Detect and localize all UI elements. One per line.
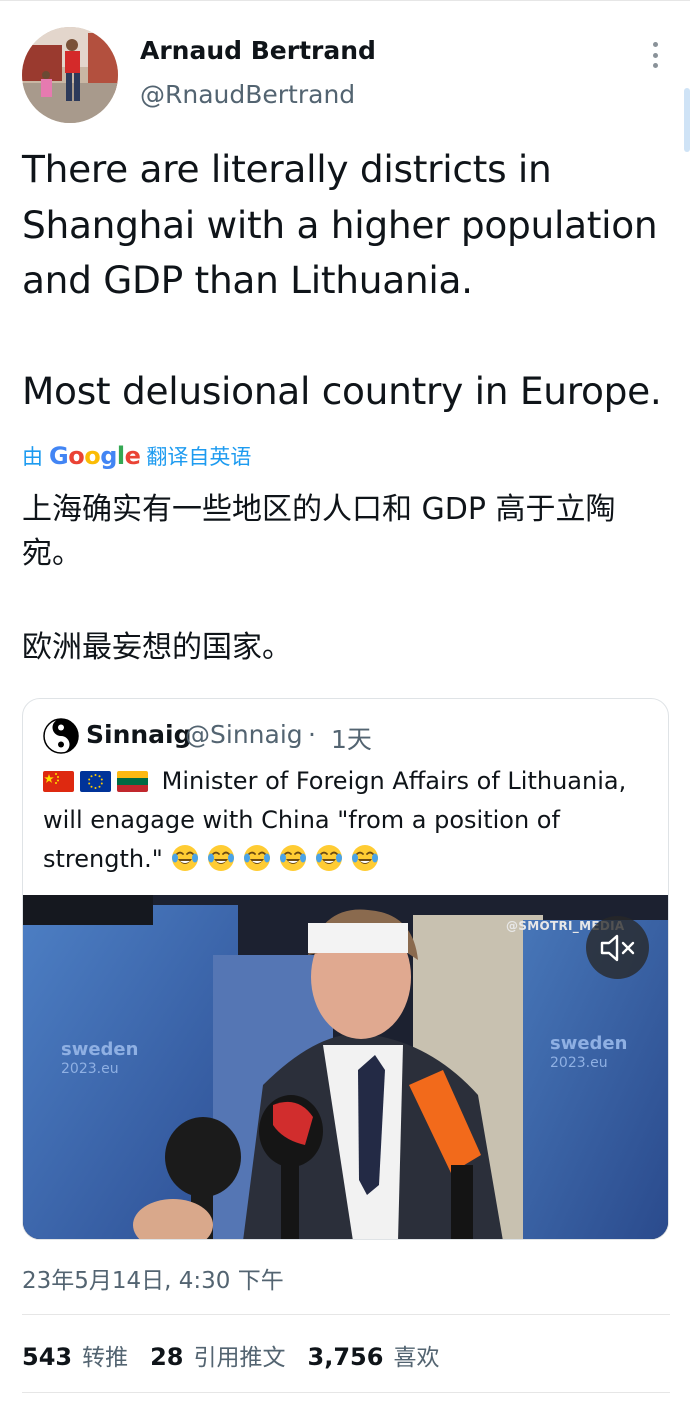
likes-count: 3,756 (307, 1343, 384, 1371)
svg-text:sweden: sweden (61, 1039, 138, 1060)
quoted-tweet-card[interactable]: Sinnaig @Sinnaig · 1天 Minister of Foreig… (22, 698, 669, 1240)
divider (22, 1314, 670, 1315)
yin-yang-avatar-icon[interactable] (43, 718, 79, 754)
quoted-time: 1天 (331, 725, 372, 754)
quotes-stat[interactable]: 28 引用推文 (150, 1338, 285, 1372)
china-flag-icon (43, 771, 74, 792)
video-media[interactable]: sweden 2023.eu sweden 2023.eu @SMOTRI_ME… (23, 895, 668, 1239)
top-divider (0, 0, 690, 1)
speaker-muted-icon[interactable] (586, 916, 649, 979)
author-handle[interactable]: @RnaudBertrand (140, 80, 355, 109)
retweets-stat[interactable]: 543 转推 (22, 1338, 128, 1372)
tweet-paragraph-1: There are literally districts in Shangha… (22, 147, 658, 302)
translated-text: 上海确实有一些地区的人口和 GDP 高于立陶宛。 欧洲最妄想的国家。 (22, 488, 672, 670)
likes-stat[interactable]: 3,756 喜欢 (308, 1338, 440, 1372)
svg-text:sweden: sweden (550, 1033, 627, 1054)
tweet-timestamp[interactable]: 23年5月14日, 4:30 下午 (22, 1261, 284, 1295)
lithuania-flag-icon (117, 771, 148, 792)
scroll-indicator[interactable] (684, 88, 690, 152)
quoted-author-name[interactable]: Sinnaig (86, 720, 192, 749)
tears-of-joy-emoji-icon (170, 843, 200, 873)
svg-text:2023.eu: 2023.eu (61, 1061, 119, 1077)
retweets-label: 转推 (82, 1345, 129, 1371)
author-avatar[interactable] (22, 27, 118, 123)
author-name[interactable]: Arnaud Bertrand (140, 36, 376, 65)
translated-paragraph-2: 欧洲最妄想的国家。 (22, 630, 292, 665)
tears-of-joy-emoji-icon (242, 843, 272, 873)
quotes-count: 28 (150, 1343, 184, 1371)
tweet-paragraph-2: Most delusional country in Europe. (22, 368, 662, 413)
svg-text:2023.eu: 2023.eu (550, 1055, 608, 1071)
google-logo: Google (49, 442, 141, 470)
tweet-text: There are literally districts in Shangha… (22, 142, 677, 419)
retweets-count: 543 (22, 1343, 73, 1371)
tears-of-joy-emoji-icon (206, 843, 236, 873)
divider (22, 1392, 670, 1393)
likes-label: 喜欢 (393, 1345, 440, 1371)
quotes-label: 引用推文 (193, 1345, 286, 1371)
translation-suffix: 翻译自英语 (146, 445, 252, 469)
separator-dot: · (308, 720, 316, 749)
more-options-icon[interactable] (642, 40, 668, 70)
eu-flag-icon (80, 771, 111, 792)
quoted-author-handle[interactable]: @Sinnaig (185, 720, 303, 749)
translated-paragraph-1: 上海确实有一些地区的人口和 GDP 高于立陶宛。 (22, 492, 616, 571)
translation-prefix: 由 (22, 445, 43, 469)
translated-by-google-link[interactable]: 由 Google 翻译自英语 (22, 441, 251, 471)
engagement-stats: 543 转推 28 引用推文 3,756 喜欢 (22, 1338, 461, 1372)
tears-of-joy-emoji-icon (278, 843, 308, 873)
tears-of-joy-emoji-icon (350, 843, 380, 873)
emoji-row (170, 845, 386, 873)
quoted-tweet-text: Minister of Foreign Affairs of Lithuania… (43, 762, 653, 879)
tears-of-joy-emoji-icon (314, 843, 344, 873)
